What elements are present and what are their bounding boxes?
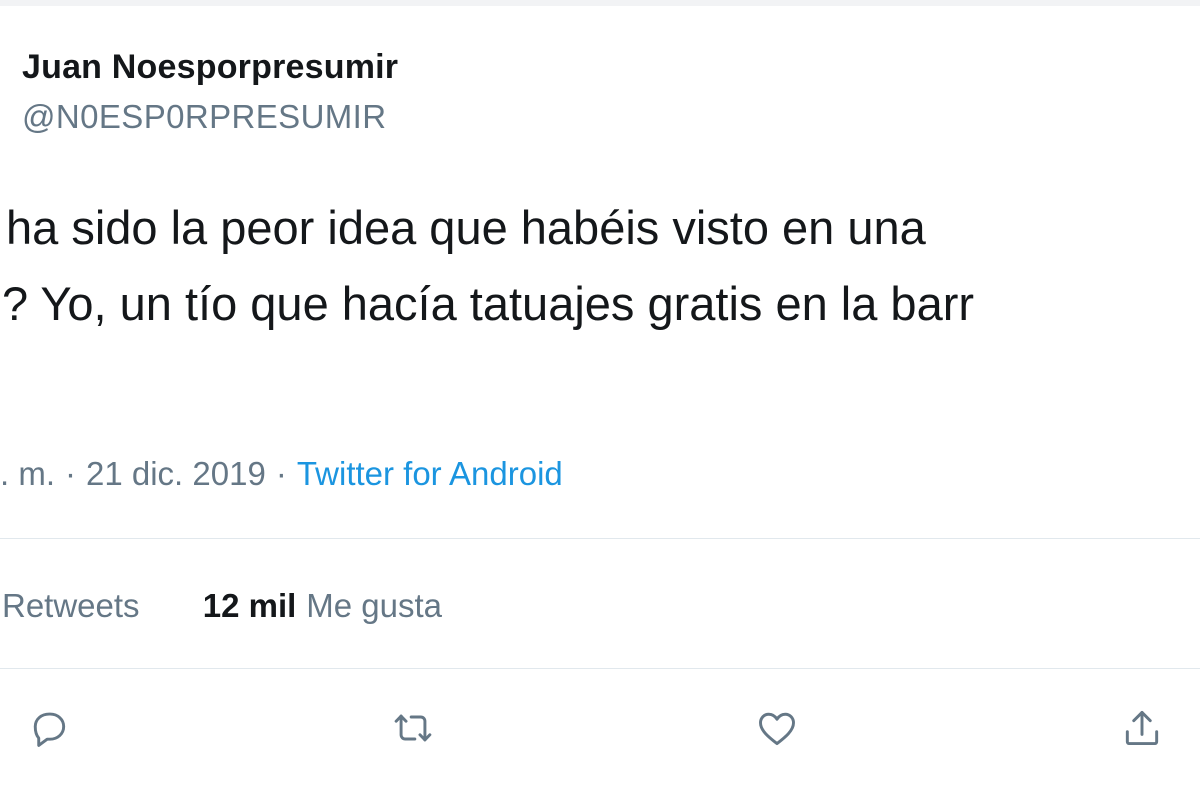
tweet-text-line: ? Yo, un tío que hacía tatuajes gratis e… (2, 277, 975, 330)
author-name[interactable]: Juan Noesporpresumir (22, 48, 398, 87)
likes-stat[interactable]: 12 mil Me gusta (203, 584, 442, 628)
likes-count: 12 mil (202, 587, 297, 624)
reply-icon (27, 706, 71, 755)
tweet-stats: Retweets 12 mil Me gusta (0, 584, 442, 628)
divider (0, 668, 1200, 669)
meta-separator: · (65, 455, 76, 492)
reply-button[interactable] (19, 700, 79, 760)
likes-label: Me gusta (306, 587, 443, 624)
tweet-card: Juan Noesporpresumir @N0ESP0RPRESUMIR ha… (0, 0, 1200, 800)
tweet-source-link[interactable]: Twitter for Android (297, 455, 563, 492)
retweets-stat[interactable]: Retweets (2, 584, 140, 628)
share-icon (1120, 706, 1164, 755)
share-button[interactable] (1112, 700, 1172, 760)
tweet-text: ha sido la peor idea que habéis visto en… (0, 190, 1200, 418)
tweet-text-line: ha sido la peor idea que habéis visto en… (6, 201, 926, 254)
retweets-label: Retweets (2, 587, 140, 624)
author-handle[interactable]: @N0ESP0RPRESUMIR (22, 98, 387, 136)
top-edge (0, 0, 1200, 6)
tweet-date[interactable]: 21 dic. 2019 (86, 455, 266, 492)
like-button[interactable] (747, 700, 807, 760)
divider (0, 538, 1200, 539)
heart-icon (755, 706, 799, 755)
tweet-meta: . m. · 21 dic. 2019 · Twitter for Android (0, 452, 563, 496)
tweet-text-line (0, 342, 1200, 418)
retweet-icon (391, 706, 435, 755)
action-bar (0, 700, 1200, 770)
retweet-button[interactable] (383, 700, 443, 760)
meta-separator: · (275, 455, 287, 492)
tweet-time[interactable]: . m. (0, 455, 55, 492)
